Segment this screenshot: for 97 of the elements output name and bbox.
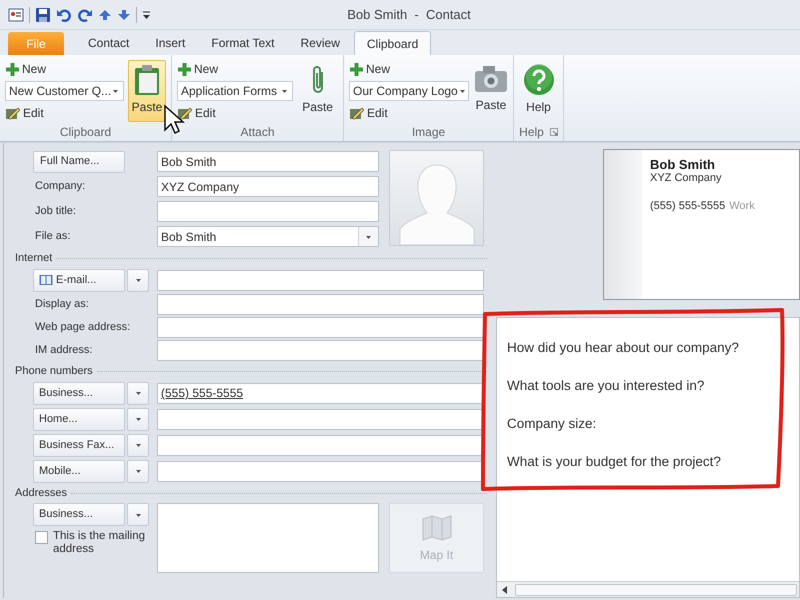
caret-icon — [134, 276, 142, 284]
field-type-button[interactable]: Business... — [33, 382, 125, 404]
card-phone: (555) 555-5555 — [650, 199, 726, 214]
dropdown-button[interactable] — [127, 503, 149, 526]
customize-icon[interactable] — [142, 8, 151, 20]
note-text: What tools are you interested in? — [507, 377, 706, 395]
paste-button[interactable]: Paste — [297, 60, 338, 122]
dropdown-button[interactable] — [127, 408, 149, 430]
input-field[interactable] — [157, 317, 484, 338]
pencil-icon — [350, 106, 364, 120]
mailing-address-checkbox[interactable] — [35, 531, 48, 544]
input-field[interactable]: Bob Smith — [157, 151, 379, 172]
window-title: Bob Smith - Contact — [346, 6, 472, 24]
help-button[interactable]: Help — [519, 60, 558, 122]
pencil-icon — [178, 106, 192, 120]
section-heading: Internet — [14, 250, 52, 266]
input-field[interactable] — [157, 270, 484, 290]
input-field[interactable] — [157, 408, 484, 430]
caret-icon — [458, 87, 467, 95]
ribbon-tab[interactable]: Insert — [143, 31, 198, 55]
plus-icon — [178, 62, 191, 76]
help-icon — [522, 64, 554, 96]
field-type-button[interactable]: Business Fax... — [33, 434, 125, 456]
caret-icon — [134, 467, 142, 475]
template-dropdown[interactable]: Our Company Logo — [349, 81, 469, 101]
ribbon-tab[interactable]: Clipboard — [354, 31, 432, 55]
new-button[interactable]: New — [349, 60, 392, 78]
dropdown-button[interactable] — [127, 268, 149, 292]
checkbox-label: This is the mailing address — [53, 530, 146, 556]
plus-icon — [6, 62, 19, 76]
edit-button[interactable]: Edit — [349, 104, 389, 122]
field-label: Display as: — [35, 297, 89, 312]
field-type-button[interactable]: E-mail... — [33, 268, 125, 292]
caret-icon — [111, 87, 120, 95]
new-button[interactable]: New — [5, 60, 48, 78]
dialog-launcher-icon[interactable] — [550, 128, 558, 136]
input-field[interactable]: (555) 555-5555 — [157, 382, 484, 404]
field-label: Job title: — [35, 204, 76, 220]
section-heading: Addresses — [14, 486, 67, 501]
input-field[interactable] — [157, 294, 484, 315]
new-button[interactable]: New — [177, 60, 220, 78]
template-dropdown[interactable]: Application Forms — [177, 81, 294, 101]
dropdown-button[interactable] — [127, 460, 149, 482]
note-text: Company size: — [507, 415, 598, 433]
input-field[interactable] — [157, 201, 379, 222]
caret-icon — [134, 389, 142, 397]
plus-icon — [350, 62, 363, 76]
section-heading: Phone numbers — [14, 364, 93, 379]
horizontal-scrollbar[interactable] — [497, 581, 799, 597]
input-field[interactable] — [157, 340, 484, 361]
field-label: Company: — [35, 179, 86, 194]
card-name: Bob Smith — [650, 157, 716, 172]
field-type-button[interactable]: Business... — [33, 503, 125, 526]
field-label: File as: — [35, 229, 70, 244]
card-company: XYZ Company — [650, 172, 723, 185]
group-label: Image — [412, 124, 446, 141]
input-field[interactable]: XYZ Company — [157, 176, 379, 197]
down-arrow-icon[interactable] — [117, 8, 131, 20]
ribbon-tab[interactable]: Format Text — [199, 31, 287, 55]
dropdown-button[interactable] — [127, 382, 149, 404]
note-text: How did you hear about our company? — [507, 339, 740, 357]
save-icon[interactable] — [35, 6, 51, 22]
paste-button[interactable]: Paste — [473, 60, 509, 122]
input-field[interactable] — [157, 460, 484, 482]
field-type-button[interactable]: Mobile... — [33, 460, 125, 482]
input-field[interactable] — [157, 434, 484, 456]
ribbon-tab[interactable]: Review — [288, 31, 352, 55]
notes-field[interactable]: How did you hear about our company? What tools are you interested in? Company size: What is your budget for the project? — [496, 317, 800, 598]
caret-icon — [134, 441, 142, 449]
group-label: Attach — [240, 124, 275, 141]
caret-icon — [280, 87, 290, 95]
clipboard-icon — [133, 64, 162, 96]
up-arrow-icon[interactable] — [98, 8, 112, 20]
paste-button[interactable]: Paste — [128, 60, 166, 122]
group-label: Clipboard — [60, 124, 112, 141]
mouse-cursor-icon — [163, 104, 185, 136]
field-label: Web page address: — [35, 320, 130, 336]
address-field[interactable] — [157, 503, 379, 573]
caret-icon — [134, 415, 142, 423]
contact-card-icon[interactable] — [8, 8, 24, 22]
card-phone-type: Work — [729, 199, 755, 214]
full-name-button[interactable]: Full Name... — [33, 150, 125, 172]
note-text: What is your budget for the project? — [507, 453, 722, 471]
pencil-icon — [6, 106, 20, 120]
field-label: IM address: — [35, 343, 92, 358]
folded-map-icon — [420, 512, 452, 542]
undo-icon[interactable] — [56, 6, 72, 22]
dropdown-button[interactable] — [127, 434, 149, 456]
redo-icon[interactable] — [77, 6, 93, 22]
ribbon-tab[interactable]: Contact — [76, 31, 142, 55]
group-label: Help — [519, 124, 544, 141]
field-type-button[interactable]: Home... — [33, 408, 125, 430]
file-as-dropdown[interactable]: Bob Smith — [157, 226, 379, 247]
camera-icon — [474, 64, 508, 94]
edit-button[interactable]: Edit — [5, 104, 45, 122]
contact-photo-placeholder[interactable] — [389, 150, 484, 246]
template-dropdown[interactable]: New Customer Q... — [5, 81, 124, 101]
